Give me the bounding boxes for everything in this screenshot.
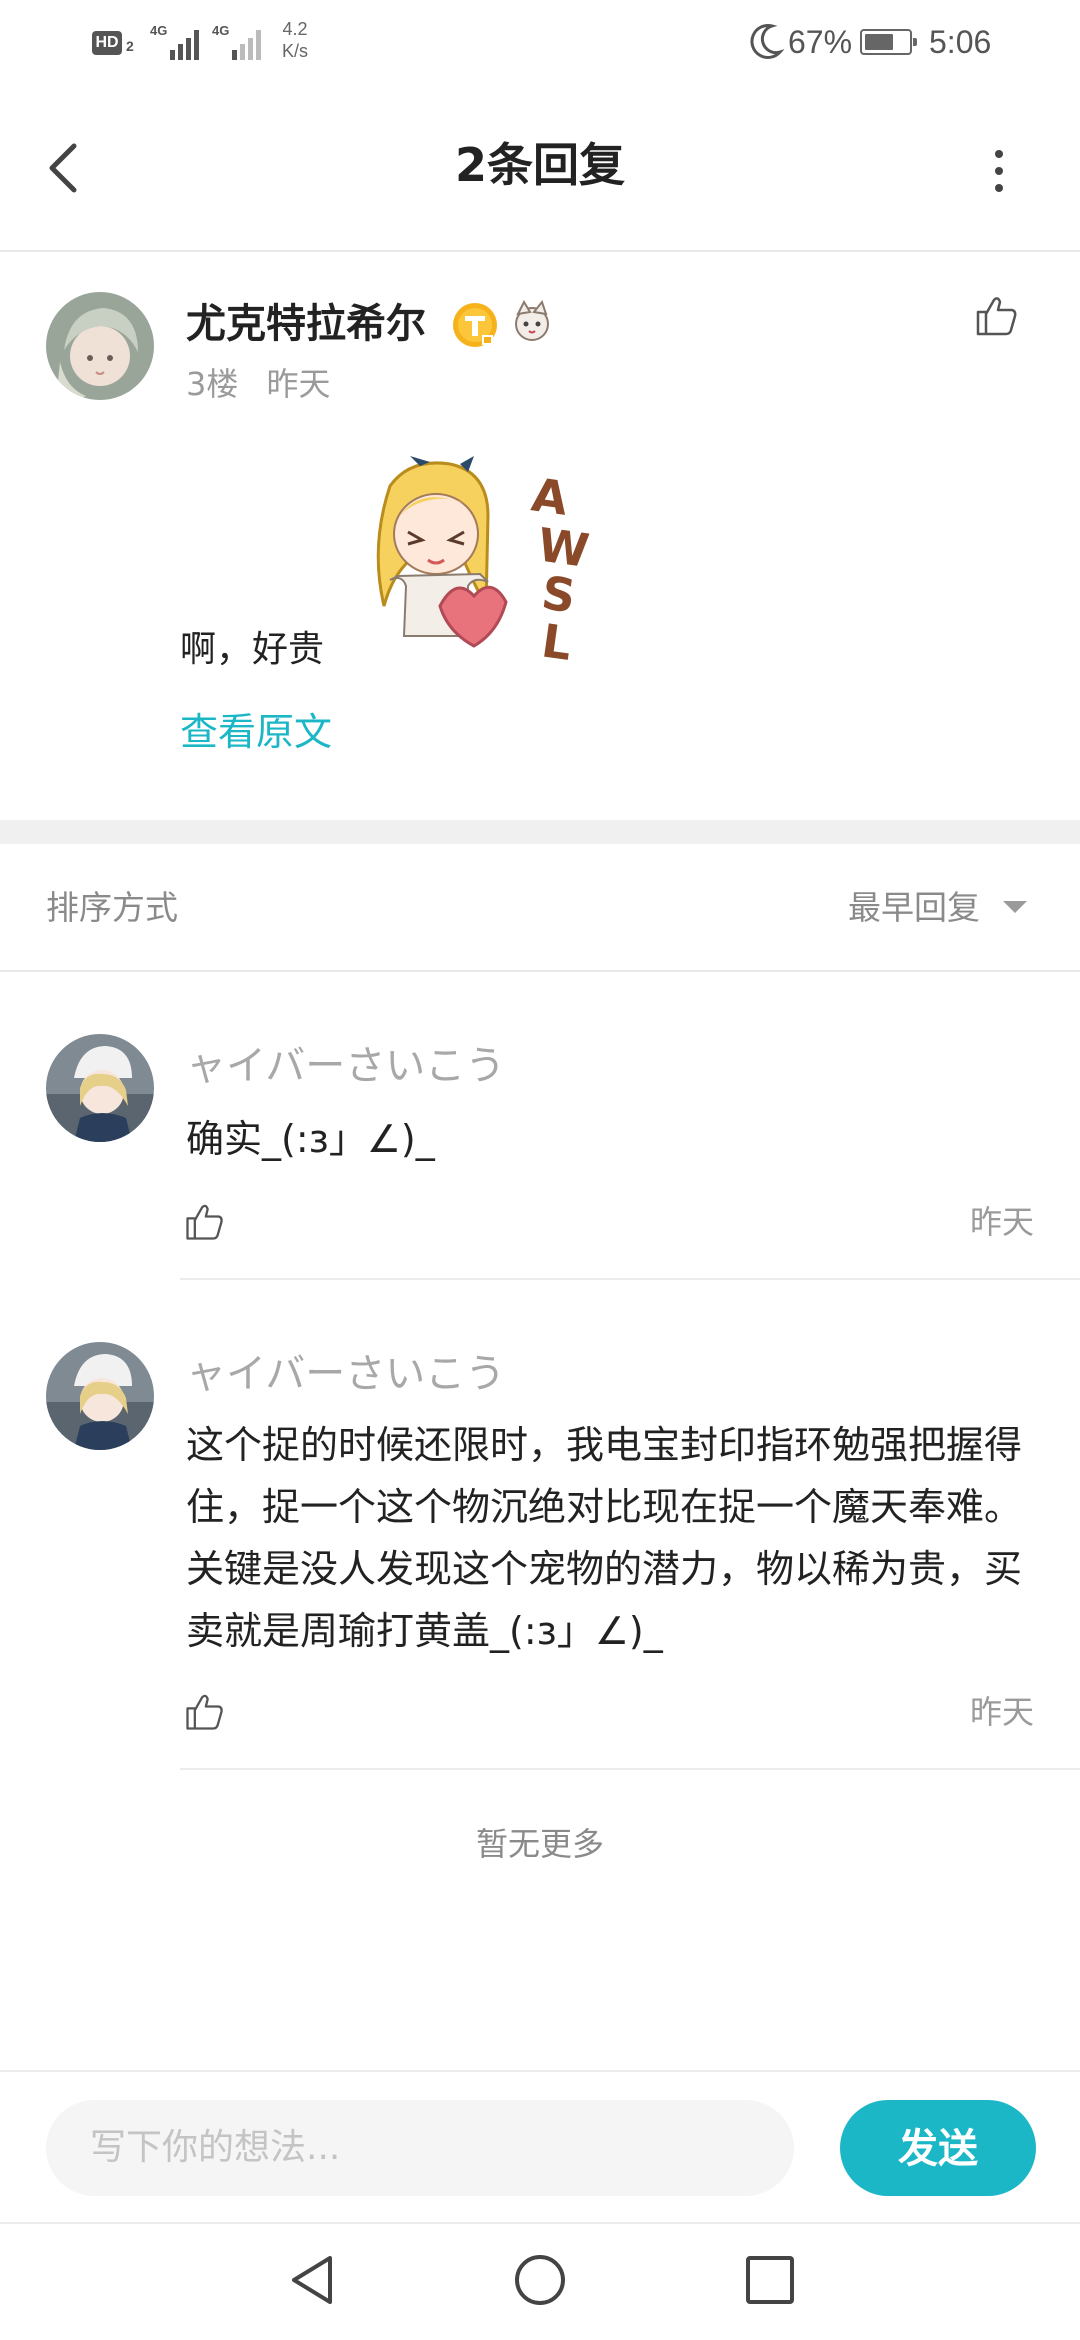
awsl-sticker: A W S L xyxy=(370,456,600,676)
pet-badge-icon xyxy=(515,299,549,341)
reply-time: 昨天 xyxy=(969,1203,1034,1241)
caret-down-icon[interactable] xyxy=(1003,901,1027,913)
network-speed-unit: K/s xyxy=(282,41,309,61)
clock: 5:06 xyxy=(929,24,992,60)
reply-avatar[interactable] xyxy=(46,1342,154,1450)
status-bar: HD 2 4G 4G 4.2 K/s 67% 5:06 xyxy=(0,0,1080,84)
moon-icon xyxy=(750,24,784,59)
network-speed: 4.2 K/s xyxy=(282,18,308,62)
section-divider xyxy=(0,820,1080,844)
thumbs-up-icon[interactable] xyxy=(972,292,1020,340)
signal-sim2-icon: 4G xyxy=(212,24,266,60)
reply-author-name[interactable]: ャイバーさいこう xyxy=(186,1346,505,1402)
view-original-link[interactable]: 查看原文 xyxy=(180,704,332,760)
thumbs-up-icon[interactable] xyxy=(182,1200,226,1244)
avatar[interactable] xyxy=(46,292,154,400)
sort-label: 排序方式 xyxy=(46,888,178,927)
no-more-text: 暂无更多 xyxy=(475,1825,604,1863)
reply-text: 确实_(:з」∠)_ xyxy=(186,1117,435,1161)
reply-time: 昨天 xyxy=(969,1693,1034,1731)
thumbs-up-icon[interactable] xyxy=(182,1690,226,1734)
reply-avatar[interactable] xyxy=(46,1034,154,1142)
sim2-network-label: 4G xyxy=(212,23,230,38)
post-floor: 3楼 xyxy=(186,365,239,403)
signal-sim1-icon: 4G xyxy=(150,24,204,60)
battery-icon xyxy=(860,29,917,55)
nav-back-icon[interactable] xyxy=(284,2252,340,2308)
reply-author-name[interactable]: ャイバーさいこう xyxy=(186,1038,505,1094)
nav-recents-icon[interactable] xyxy=(744,2254,796,2306)
battery-percent: 67% xyxy=(788,24,853,60)
sim1-network-label: 4G xyxy=(150,23,168,38)
reply-divider xyxy=(180,1278,1080,1280)
svg-text:A: A xyxy=(528,467,571,525)
svg-text:L: L xyxy=(538,613,575,671)
page-title: 2条回复 xyxy=(454,138,625,192)
comment-input[interactable] xyxy=(46,2100,794,2196)
more-vertical-icon[interactable] xyxy=(984,146,1014,196)
post-meta: 3楼 昨天 xyxy=(186,362,331,406)
sort-dropdown[interactable]: 最早回复 xyxy=(848,884,980,932)
reply-text: 这个捉的时候还限时，我电宝封印指环勉强把握得住，捉一个这个物沉绝对比现在捉一个魔… xyxy=(186,1423,1023,1653)
post-author-name[interactable]: 尤克特拉希尔 xyxy=(186,296,426,352)
nav-home-icon[interactable] xyxy=(512,2252,568,2308)
post-text: 啊，好贵 xyxy=(180,629,325,670)
hd-voice-icon: HD xyxy=(92,31,122,55)
level-badge-icon xyxy=(453,303,497,347)
hd-sim-index: 2 xyxy=(126,38,134,54)
post-date: 昨天 xyxy=(266,365,331,403)
network-speed-value: 4.2 xyxy=(282,19,308,39)
send-button[interactable]: 发送 xyxy=(840,2100,1036,2196)
reply-divider xyxy=(180,1768,1080,1770)
